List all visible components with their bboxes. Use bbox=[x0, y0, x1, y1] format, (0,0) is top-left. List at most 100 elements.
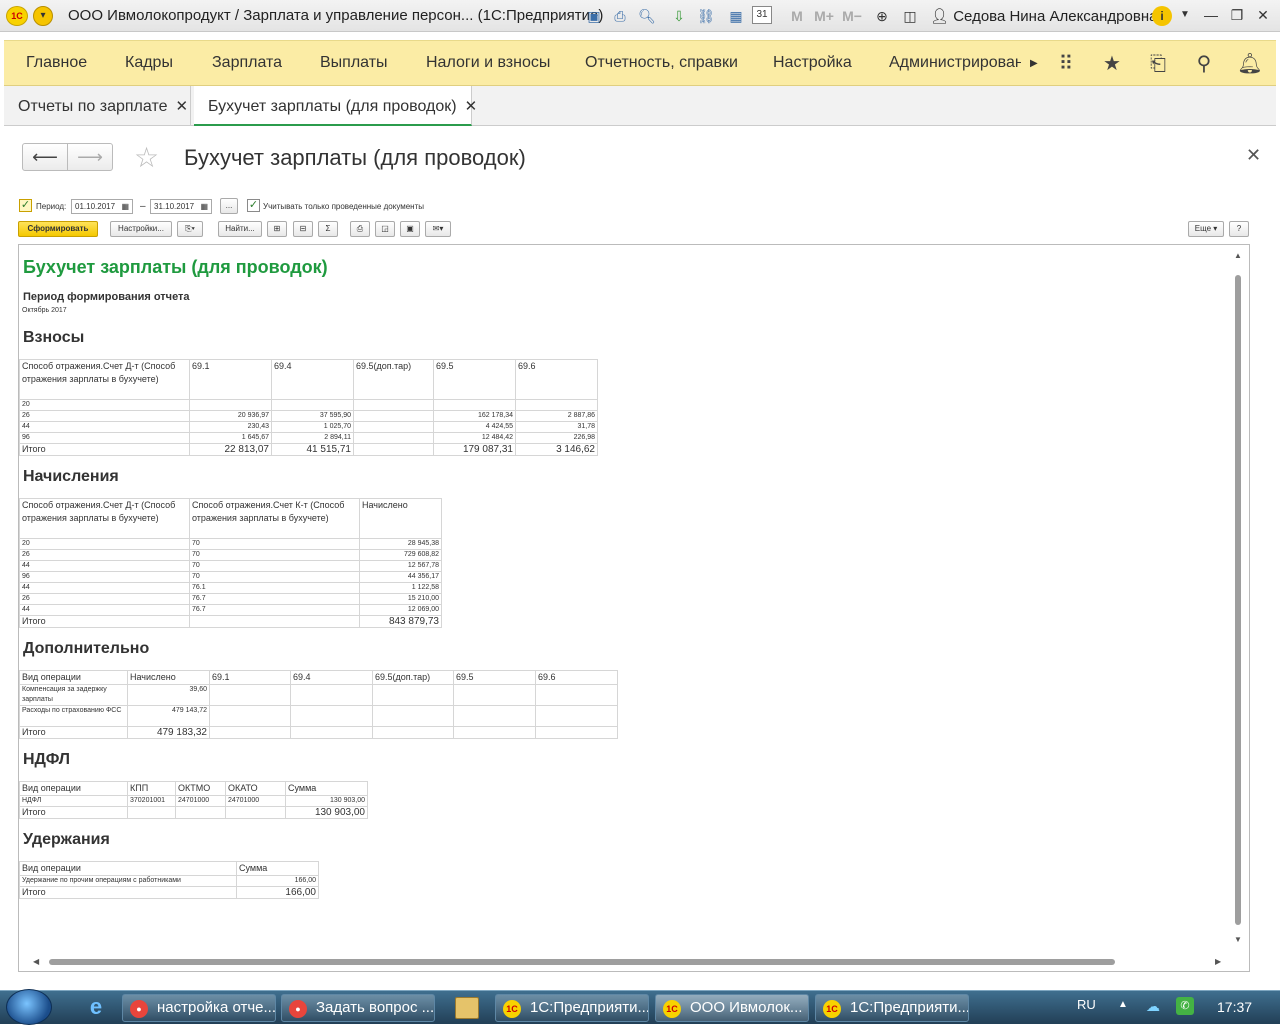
messenger-icon[interactable]: ✆ bbox=[1176, 997, 1194, 1015]
preview-icon[interactable]: ◲ bbox=[375, 221, 395, 237]
total-cell: 166,00 bbox=[236, 886, 319, 899]
sum-icon[interactable]: Σ bbox=[318, 221, 338, 237]
scroll-left-icon[interactable]: ◀ bbox=[33, 957, 39, 966]
print-icon[interactable]: ⎙ bbox=[610, 6, 630, 26]
section-taxes[interactable]: Налоги и взносы bbox=[426, 54, 550, 72]
table-cell: 76.7 bbox=[189, 604, 360, 616]
section-reporting[interactable]: Отчетность, справки bbox=[585, 54, 738, 72]
table-row: 20 bbox=[19, 399, 598, 411]
calendar-icon[interactable]: 31 bbox=[752, 6, 772, 24]
scroll-down-icon[interactable]: ▼ bbox=[1234, 935, 1242, 944]
section-personnel[interactable]: Кадры bbox=[125, 54, 173, 72]
additional-col: Вид операции bbox=[19, 670, 128, 685]
main-menu-button[interactable]: ▾ bbox=[33, 6, 53, 26]
tab-payroll-accounting[interactable]: Бухучет зарплаты (для проводок) ✕ bbox=[194, 86, 477, 126]
tab-salary-reports[interactable]: Отчеты по зарплате ✕ bbox=[4, 86, 191, 126]
total-label: Итого bbox=[19, 726, 128, 739]
memory-m-minus-button[interactable]: M− bbox=[840, 6, 864, 26]
table-cell: 24701000 bbox=[175, 795, 226, 807]
start-button[interactable] bbox=[6, 989, 52, 1025]
chevron-down-icon[interactable]: ▼ bbox=[1174, 5, 1196, 25]
info-icon[interactable]: i bbox=[1152, 6, 1172, 26]
file-explorer-icon[interactable] bbox=[455, 997, 479, 1019]
collapse-groups-icon[interactable]: ⊟ bbox=[293, 221, 313, 237]
scroll-right-icon[interactable]: ▶ bbox=[1215, 957, 1221, 966]
deductions-col: Вид операции bbox=[19, 861, 237, 876]
forward-arrow-button[interactable]: ⟶ bbox=[67, 143, 113, 171]
ndfl-col: КПП bbox=[127, 781, 176, 796]
section-settings[interactable]: Настройка bbox=[773, 54, 852, 72]
network-icon[interactable]: ☁ bbox=[1146, 998, 1160, 1015]
scroll-up-icon[interactable]: ▲ bbox=[1234, 251, 1242, 260]
contrib-col: 69.5 bbox=[433, 359, 516, 400]
period-select-button[interactable]: ... bbox=[220, 198, 238, 214]
vertical-scrollbar[interactable] bbox=[1235, 275, 1241, 925]
calculator-icon[interactable]: ▦ bbox=[726, 6, 746, 26]
clock[interactable]: 17:37 bbox=[1217, 999, 1252, 1015]
internet-explorer-icon[interactable]: e bbox=[84, 995, 108, 1019]
calendar-icon[interactable]: ▦ bbox=[200, 202, 208, 211]
date-from-field[interactable]: 01.10.2017 ▦ bbox=[71, 199, 133, 214]
posted-only-checkbox[interactable]: ✓ bbox=[247, 199, 260, 212]
current-user[interactable]: 👤︎ Седова Нина Александровна bbox=[930, 7, 1157, 25]
date-to-field[interactable]: 31.10.2017 ▦ bbox=[150, 199, 212, 214]
all-functions-grid-icon[interactable]: ⠿ bbox=[1053, 51, 1079, 77]
report-form: ⟵ ⟶ ☆ Бухучет зарплаты (для проводок) ✕ … bbox=[4, 127, 1276, 983]
horizontal-scrollbar[interactable] bbox=[49, 959, 1115, 965]
table-row: 26 20 936,97 37 595,90 162 178,34 2 887,86 bbox=[19, 410, 598, 422]
attach-icon[interactable]: ⇩ bbox=[669, 6, 689, 26]
memory-m-button[interactable]: M bbox=[787, 6, 807, 26]
more-button[interactable]: Еще ▾ bbox=[1188, 221, 1224, 237]
taskbar-chrome-question[interactable]: ● Задать вопрос ... bbox=[281, 994, 435, 1022]
close-form-icon[interactable]: ✕ bbox=[1246, 145, 1261, 166]
expand-groups-icon[interactable]: ⊞ bbox=[267, 221, 287, 237]
more-sections-arrow-icon[interactable]: ▶ bbox=[1030, 58, 1038, 69]
close-tab-icon[interactable]: ✕ bbox=[175, 98, 188, 115]
history-icon[interactable]: ⎗ bbox=[1145, 51, 1171, 77]
language-indicator[interactable]: RU bbox=[1077, 997, 1096, 1012]
settings-button[interactable]: Настройки... bbox=[110, 221, 172, 237]
memory-m-plus-button[interactable]: M+ bbox=[812, 6, 836, 26]
table-cell: 37 595,90 bbox=[271, 410, 354, 422]
show-hidden-icons-icon[interactable]: ▲ bbox=[1118, 999, 1128, 1010]
taskbar-1c-ivmoloko[interactable]: 1С ООО Ивмолок... bbox=[655, 994, 809, 1022]
section-main[interactable]: Главное bbox=[26, 54, 87, 72]
windows-taskbar: e ● настройка отче... ● Задать вопрос ... … bbox=[0, 989, 1280, 1025]
table-cell: 70 bbox=[189, 571, 360, 583]
taskbar-1c-enterprise-1[interactable]: 1С 1С:Предприяти... bbox=[495, 994, 649, 1022]
notifications-bell-icon[interactable]: 🔔︎ bbox=[1237, 51, 1263, 77]
generate-button[interactable]: Сформировать bbox=[18, 221, 98, 237]
report-spreadsheet[interactable]: Бухучет зарплаты (для проводок) Период ф… bbox=[18, 244, 1250, 972]
link-icon[interactable]: ⛓︎ bbox=[696, 6, 716, 26]
back-arrow-button[interactable]: ⟵ bbox=[22, 143, 68, 171]
taskbar-chrome-settings[interactable]: ● настройка отче... bbox=[122, 994, 276, 1022]
panel-icon[interactable]: ◫ bbox=[900, 6, 920, 26]
favorite-star-icon[interactable]: ☆ bbox=[134, 141, 159, 174]
contrib-col: 69.1 bbox=[189, 359, 272, 400]
send-email-icon[interactable]: ✉▾ bbox=[425, 221, 451, 237]
zoom-icon[interactable]: ⊕ bbox=[872, 6, 892, 26]
print-icon[interactable]: ⎙ bbox=[350, 221, 370, 237]
favorites-star-icon[interactable]: ★ bbox=[1099, 51, 1125, 77]
preview-icon[interactable]: 🔍︎ bbox=[637, 6, 657, 26]
section-administration[interactable]: Администрирован bbox=[889, 54, 1021, 72]
close-tab-icon[interactable]: ✕ bbox=[465, 98, 478, 115]
period-checkbox[interactable]: ✓ bbox=[19, 199, 32, 212]
section-payments[interactable]: Выплаты bbox=[320, 54, 388, 72]
save-icon[interactable]: ▣ bbox=[584, 6, 604, 26]
taskbar-1c-enterprise-2[interactable]: 1С 1С:Предприяти... bbox=[815, 994, 969, 1022]
table-cell: Компенсация за задержку зарплаты bbox=[19, 684, 128, 706]
table-cell: 370201001 bbox=[127, 795, 176, 807]
minimize-button[interactable]: — bbox=[1200, 5, 1222, 25]
find-button[interactable]: Найти... bbox=[218, 221, 262, 237]
save-icon[interactable]: ▣ bbox=[400, 221, 420, 237]
1c-icon: 1С bbox=[503, 1000, 521, 1018]
restore-button[interactable]: ❐ bbox=[1226, 5, 1248, 25]
close-window-button[interactable]: ✕ bbox=[1252, 5, 1274, 25]
variant-dropdown-icon[interactable]: ⎘▾ bbox=[177, 221, 203, 237]
section-salary[interactable]: Зарплата bbox=[212, 54, 282, 72]
calendar-icon[interactable]: ▦ bbox=[121, 202, 129, 211]
search-icon[interactable]: ⚲ bbox=[1191, 51, 1217, 77]
table-row: 44 70 12 567,78 bbox=[19, 560, 442, 572]
help-button[interactable]: ? bbox=[1229, 221, 1249, 237]
